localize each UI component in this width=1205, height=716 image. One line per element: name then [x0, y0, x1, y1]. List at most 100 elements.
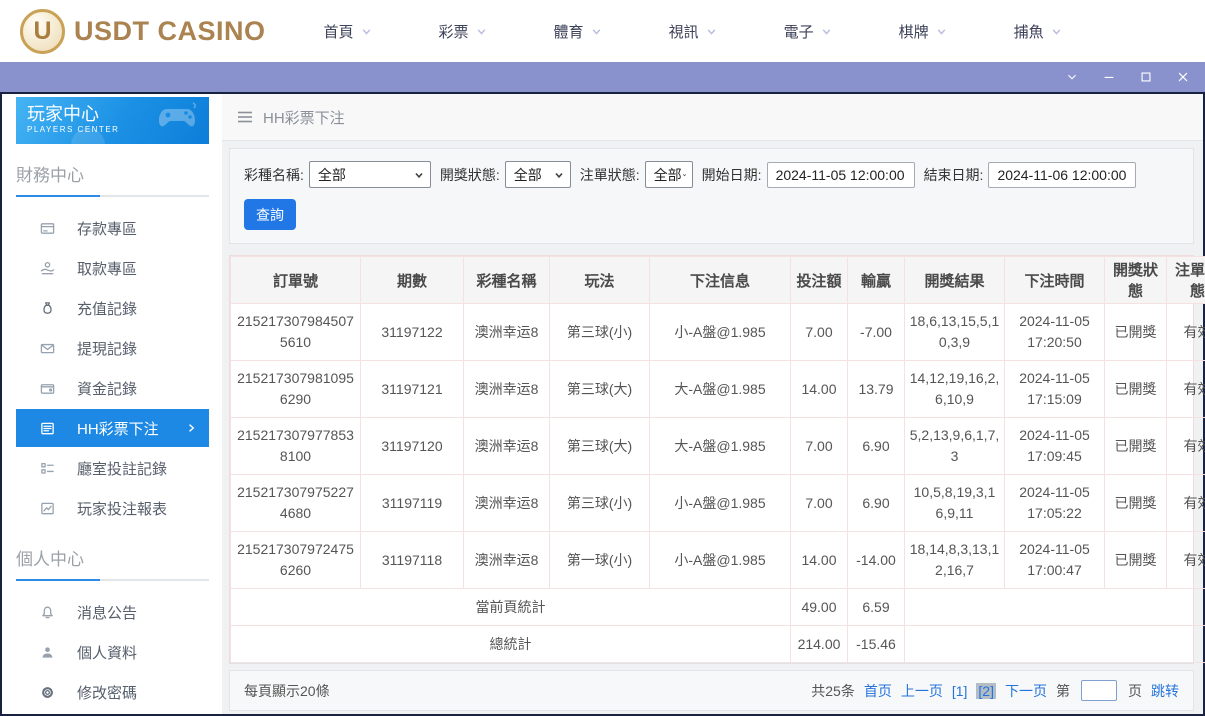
draw-status-value: 全部 — [514, 165, 542, 185]
table-cell: 13.79 — [848, 361, 905, 418]
players-center-banner: 玩家中心 PLAYERS CENTER — [16, 97, 209, 144]
hamburger-icon[interactable] — [237, 110, 253, 124]
end-date-label: 結束日期: — [924, 165, 984, 185]
sidebar-item-label: 個人資料 — [77, 642, 137, 663]
start-date-input[interactable] — [767, 162, 915, 188]
prev-page-link[interactable]: 上一页 — [901, 681, 943, 701]
sidebar-item-label: 資金記錄 — [77, 378, 137, 399]
page-1-link[interactable]: [1] — [952, 683, 968, 699]
table-cell: 澳洲幸运8 — [464, 361, 550, 418]
sidebar-item-label: HH彩票下注 — [77, 418, 159, 439]
order-status-select[interactable]: 全部 — [645, 161, 693, 188]
nav-item-label: 棋牌 — [899, 21, 929, 42]
nav-item-slots[interactable]: 電子 — [784, 21, 833, 42]
table-cell: 5,2,13,9,6,1,7,3 — [905, 418, 1005, 475]
lottery-name-value: 全部 — [318, 165, 346, 185]
sidebar-item-label: 充值記錄 — [77, 298, 137, 319]
search-button[interactable]: 查詢 — [244, 199, 296, 230]
chevron-down-icon — [475, 25, 488, 38]
column-header: 輸贏 — [848, 257, 905, 304]
sidebar-item-hh-lottery-bets[interactable]: HH彩票下注 — [16, 409, 209, 447]
logo[interactable]: U USDT CASINO — [20, 9, 266, 54]
main-panel: HH彩票下注 彩種名稱: 全部 開獎狀態: 全部 注單狀態: — [222, 94, 1203, 714]
table-row: 215217307981095629031197121澳洲幸运8第三球(大)大-… — [231, 361, 1205, 418]
table-cell: 澳洲幸运8 — [464, 475, 550, 532]
table-cell: 有效 — [1167, 475, 1205, 532]
table-cell: 2152173079810956290 — [231, 361, 361, 418]
table-cell: 18,14,8,3,13,12,16,7 — [905, 532, 1005, 589]
table-cell: 2024-11-05 17:20:50 — [1005, 304, 1105, 361]
next-page-link[interactable]: 下一页 — [1005, 681, 1047, 701]
sidebar-item-profile[interactable]: 個人資料 — [2, 632, 222, 672]
top-header: U USDT CASINO 首頁 彩票 體育 視訊 電子 棋牌 捕魚 — [0, 0, 1205, 62]
gamepad-icon — [155, 101, 203, 135]
nav-item-cards[interactable]: 棋牌 — [899, 21, 948, 42]
table-cell: 7.00 — [791, 418, 848, 475]
nav-item-lottery[interactable]: 彩票 — [439, 21, 488, 42]
chevron-down-icon — [360, 25, 373, 38]
column-header: 玩法 — [550, 257, 650, 304]
lottery-name-label: 彩種名稱: — [244, 165, 304, 185]
sidebar-item-change-password[interactable]: 修改密碼 — [2, 672, 222, 712]
sidebar-item-announcements[interactable]: 消息公告 — [2, 592, 222, 632]
sidebar-item-deposit-area[interactable]: 存款專區 — [2, 208, 222, 248]
table-row: 215217307972475626031197118澳洲幸运8第一球(小)小-… — [231, 532, 1205, 589]
nav-item-fishing[interactable]: 捕魚 — [1014, 21, 1063, 42]
table-cell: 已開獎 — [1105, 532, 1167, 589]
end-date-input[interactable] — [988, 162, 1136, 188]
main-nav: 首頁 彩票 體育 視訊 電子 棋牌 捕魚 — [324, 21, 1063, 42]
table-cell: 6.90 — [848, 418, 905, 475]
window-frame: 玩家中心 PLAYERS CENTER 財務中心存款專區取款專區充值記錄提現記錄… — [0, 92, 1205, 716]
nav-item-label: 體育 — [554, 21, 584, 42]
jump-prefix-text: 第 — [1056, 681, 1070, 701]
table-cell: 總統計 — [231, 626, 791, 663]
table-cell: 14.00 — [791, 361, 848, 418]
table-cell: 2152173079752274680 — [231, 475, 361, 532]
nav-item-live[interactable]: 視訊 — [669, 21, 718, 42]
gear-icon — [39, 685, 55, 700]
chevron-down-icon — [553, 169, 565, 181]
table-header-row: 訂單號期數彩種名稱玩法下注信息投注額輸贏開獎結果下注時間開獎狀態注單狀態 — [231, 257, 1205, 304]
page-2-link-current[interactable]: [2] — [976, 683, 996, 699]
table-cell: 49.00 — [791, 589, 848, 626]
lottery-name-select[interactable]: 全部 — [309, 161, 431, 188]
sidebar-item-funds-records[interactable]: 資金記錄 — [2, 368, 222, 408]
table-cell: 已開獎 — [1105, 475, 1167, 532]
page-title: HH彩票下注 — [263, 107, 345, 128]
table-cell: 澳洲幸运8 — [464, 304, 550, 361]
checklist-icon — [39, 461, 55, 476]
sidebar-sections: 財務中心存款專區取款專區充值記錄提現記錄資金記錄HH彩票下注廳室投註記錄玩家投注… — [2, 161, 222, 714]
page-jump-input[interactable] — [1081, 680, 1117, 701]
sidebar-item-label: 存款專區 — [77, 218, 137, 239]
logo-text: USDT CASINO — [74, 16, 266, 47]
jump-button[interactable]: 跳转 — [1151, 681, 1179, 701]
table-cell: 6.90 — [848, 475, 905, 532]
column-header: 彩種名稱 — [464, 257, 550, 304]
sidebar-item-withdrawal-records[interactable]: 提現記錄 — [2, 328, 222, 368]
chevron-down-icon — [590, 25, 603, 38]
sidebar-item-room-bet-records[interactable]: 廳室投註記錄 — [2, 448, 222, 488]
bell-icon — [39, 605, 55, 620]
first-page-link[interactable]: 首页 — [864, 681, 892, 701]
sidebar-item-deposit-records[interactable]: 充值記錄 — [2, 288, 222, 328]
pager: 共25条 首页 上一页 [1] [2] 下一页 第 页 跳转 — [811, 680, 1179, 701]
section-title-personal-center: 個人中心 — [16, 545, 208, 570]
nav-item-sports[interactable]: 體育 — [554, 21, 603, 42]
window-maximize-icon[interactable] — [1134, 65, 1158, 89]
section-items: 消息公告個人資料修改密碼 — [2, 592, 222, 712]
sidebar-item-player-bet-report[interactable]: 玩家投注報表 — [2, 488, 222, 528]
window-close-icon[interactable] — [1171, 65, 1195, 89]
sidebar-item-label: 取款專區 — [77, 258, 137, 279]
table-cell: 小-A盤@1.985 — [650, 304, 791, 361]
lottery-list-icon — [39, 421, 55, 436]
table-cell: 澳洲幸运8 — [464, 532, 550, 589]
window-chevron-down-icon[interactable] — [1060, 65, 1084, 89]
table-row: 215217307975227468031197119澳洲幸运8第三球(小)小-… — [231, 475, 1205, 532]
sidebar-item-withdrawal-area[interactable]: 取款專區 — [2, 248, 222, 288]
draw-status-select[interactable]: 全部 — [505, 161, 571, 188]
total-count-text: 共25条 — [811, 681, 855, 701]
table-cell: 31197122 — [361, 304, 464, 361]
nav-item-home[interactable]: 首頁 — [324, 21, 373, 42]
table-cell: 第三球(小) — [550, 304, 650, 361]
window-minimize-icon[interactable] — [1097, 65, 1121, 89]
